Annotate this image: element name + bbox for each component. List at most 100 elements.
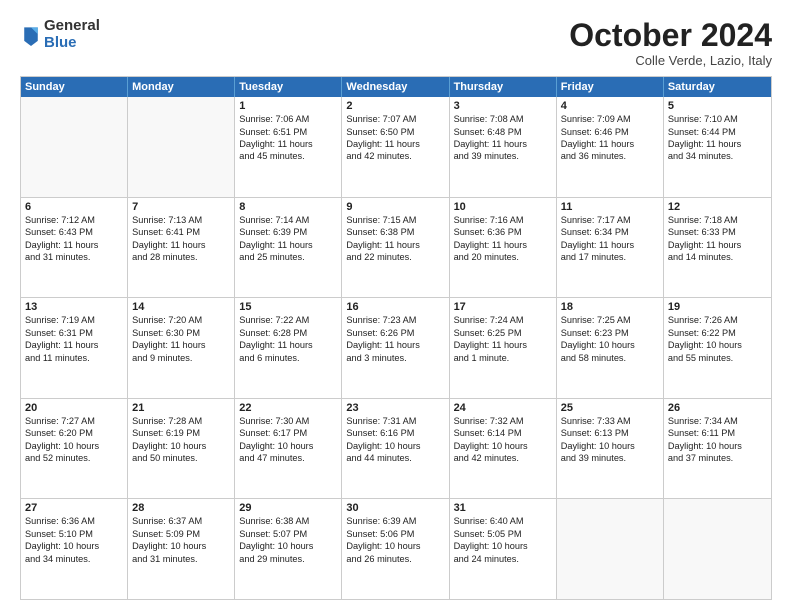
cell-line: and 39 minutes.	[561, 452, 659, 464]
day-number: 28	[132, 502, 230, 514]
cell-line: Daylight: 11 hours	[454, 138, 552, 150]
cell-line: Daylight: 10 hours	[561, 339, 659, 351]
calendar-cell	[128, 97, 235, 197]
cell-line: Daylight: 11 hours	[25, 339, 123, 351]
cell-line: Sunset: 6:30 PM	[132, 327, 230, 339]
cell-line: Sunrise: 7:17 AM	[561, 214, 659, 226]
cell-line: and 34 minutes.	[668, 150, 767, 162]
day-number: 17	[454, 301, 552, 313]
cell-line: Daylight: 10 hours	[454, 540, 552, 552]
day-number: 20	[25, 402, 123, 414]
calendar-cell: 4Sunrise: 7:09 AMSunset: 6:46 PMDaylight…	[557, 97, 664, 197]
cell-line: Sunrise: 7:06 AM	[239, 113, 337, 125]
calendar-cell: 3Sunrise: 7:08 AMSunset: 6:48 PMDaylight…	[450, 97, 557, 197]
cell-line: Sunset: 5:06 PM	[346, 528, 444, 540]
cell-line: and 55 minutes.	[668, 352, 767, 364]
day-number: 7	[132, 201, 230, 213]
calendar-cell: 6Sunrise: 7:12 AMSunset: 6:43 PMDaylight…	[21, 198, 128, 298]
calendar-body: 1Sunrise: 7:06 AMSunset: 6:51 PMDaylight…	[21, 97, 771, 599]
cell-line: Sunrise: 7:27 AM	[25, 415, 123, 427]
cell-line: and 24 minutes.	[454, 553, 552, 565]
cell-line: Sunset: 6:46 PM	[561, 126, 659, 138]
calendar-cell: 16Sunrise: 7:23 AMSunset: 6:26 PMDayligh…	[342, 298, 449, 398]
cell-line: and 28 minutes.	[132, 251, 230, 263]
calendar-cell: 15Sunrise: 7:22 AMSunset: 6:28 PMDayligh…	[235, 298, 342, 398]
cell-line: Daylight: 11 hours	[239, 138, 337, 150]
day-number: 29	[239, 502, 337, 514]
cell-line: Daylight: 10 hours	[239, 540, 337, 552]
calendar-cell: 29Sunrise: 6:38 AMSunset: 5:07 PMDayligh…	[235, 499, 342, 599]
cell-line: Sunset: 5:05 PM	[454, 528, 552, 540]
cell-line: and 3 minutes.	[346, 352, 444, 364]
calendar-cell: 10Sunrise: 7:16 AMSunset: 6:36 PMDayligh…	[450, 198, 557, 298]
day-number: 1	[239, 100, 337, 112]
calendar-cell: 20Sunrise: 7:27 AMSunset: 6:20 PMDayligh…	[21, 399, 128, 499]
cell-line: Sunrise: 6:36 AM	[25, 515, 123, 527]
cell-line: Sunset: 6:13 PM	[561, 427, 659, 439]
cell-line: Sunrise: 7:28 AM	[132, 415, 230, 427]
calendar: SundayMondayTuesdayWednesdayThursdayFrid…	[20, 76, 772, 600]
cell-line: Sunrise: 7:14 AM	[239, 214, 337, 226]
calendar-cell: 21Sunrise: 7:28 AMSunset: 6:19 PMDayligh…	[128, 399, 235, 499]
calendar-cell: 26Sunrise: 7:34 AMSunset: 6:11 PMDayligh…	[664, 399, 771, 499]
cell-line: and 58 minutes.	[561, 352, 659, 364]
cell-line: Daylight: 11 hours	[454, 339, 552, 351]
cell-line: Daylight: 11 hours	[239, 239, 337, 251]
cell-line: Sunset: 6:16 PM	[346, 427, 444, 439]
cell-line: Sunrise: 7:31 AM	[346, 415, 444, 427]
cell-line: and 42 minutes.	[454, 452, 552, 464]
calendar-cell: 18Sunrise: 7:25 AMSunset: 6:23 PMDayligh…	[557, 298, 664, 398]
cal-header-cell: Monday	[128, 77, 235, 97]
calendar-cell: 24Sunrise: 7:32 AMSunset: 6:14 PMDayligh…	[450, 399, 557, 499]
cell-line: Daylight: 10 hours	[346, 440, 444, 452]
cell-line: Sunrise: 7:22 AM	[239, 314, 337, 326]
cell-line: Sunrise: 7:32 AM	[454, 415, 552, 427]
cell-line: and 34 minutes.	[25, 553, 123, 565]
cell-line: Daylight: 11 hours	[561, 239, 659, 251]
cell-line: and 20 minutes.	[454, 251, 552, 263]
day-number: 26	[668, 402, 767, 414]
cell-line: Sunset: 5:10 PM	[25, 528, 123, 540]
calendar-week-row: 13Sunrise: 7:19 AMSunset: 6:31 PMDayligh…	[21, 297, 771, 398]
day-number: 22	[239, 402, 337, 414]
cell-line: Sunset: 6:43 PM	[25, 226, 123, 238]
cell-line: Sunrise: 7:13 AM	[132, 214, 230, 226]
cell-line: Sunset: 6:23 PM	[561, 327, 659, 339]
cell-line: Sunrise: 7:24 AM	[454, 314, 552, 326]
calendar-cell: 25Sunrise: 7:33 AMSunset: 6:13 PMDayligh…	[557, 399, 664, 499]
cell-line: Sunset: 6:19 PM	[132, 427, 230, 439]
page: General Blue October 2024 Colle Verde, L…	[0, 0, 792, 612]
cell-line: Daylight: 10 hours	[25, 540, 123, 552]
day-number: 9	[346, 201, 444, 213]
day-number: 10	[454, 201, 552, 213]
cell-line: Daylight: 11 hours	[346, 339, 444, 351]
cell-line: Daylight: 11 hours	[25, 239, 123, 251]
day-number: 11	[561, 201, 659, 213]
calendar-header-row: SundayMondayTuesdayWednesdayThursdayFrid…	[21, 77, 771, 97]
logo-icon	[22, 24, 40, 46]
cell-line: and 31 minutes.	[132, 553, 230, 565]
cell-line: Sunrise: 7:09 AM	[561, 113, 659, 125]
cell-line: Sunset: 6:25 PM	[454, 327, 552, 339]
cell-line: Sunrise: 7:16 AM	[454, 214, 552, 226]
calendar-week-row: 1Sunrise: 7:06 AMSunset: 6:51 PMDaylight…	[21, 97, 771, 197]
cell-line: Sunset: 6:41 PM	[132, 226, 230, 238]
day-number: 5	[668, 100, 767, 112]
cell-line: Sunrise: 7:18 AM	[668, 214, 767, 226]
calendar-cell: 7Sunrise: 7:13 AMSunset: 6:41 PMDaylight…	[128, 198, 235, 298]
calendar-cell	[557, 499, 664, 599]
cell-line: Sunset: 6:38 PM	[346, 226, 444, 238]
calendar-cell: 13Sunrise: 7:19 AMSunset: 6:31 PMDayligh…	[21, 298, 128, 398]
day-number: 14	[132, 301, 230, 313]
cell-line: and 42 minutes.	[346, 150, 444, 162]
calendar-cell: 30Sunrise: 6:39 AMSunset: 5:06 PMDayligh…	[342, 499, 449, 599]
day-number: 12	[668, 201, 767, 213]
day-number: 24	[454, 402, 552, 414]
cell-line: and 22 minutes.	[346, 251, 444, 263]
cell-line: and 29 minutes.	[239, 553, 337, 565]
cell-line: and 26 minutes.	[346, 553, 444, 565]
cell-line: Daylight: 10 hours	[668, 339, 767, 351]
logo: General Blue	[20, 18, 100, 51]
cell-line: Sunset: 6:48 PM	[454, 126, 552, 138]
cell-line: Sunset: 6:20 PM	[25, 427, 123, 439]
